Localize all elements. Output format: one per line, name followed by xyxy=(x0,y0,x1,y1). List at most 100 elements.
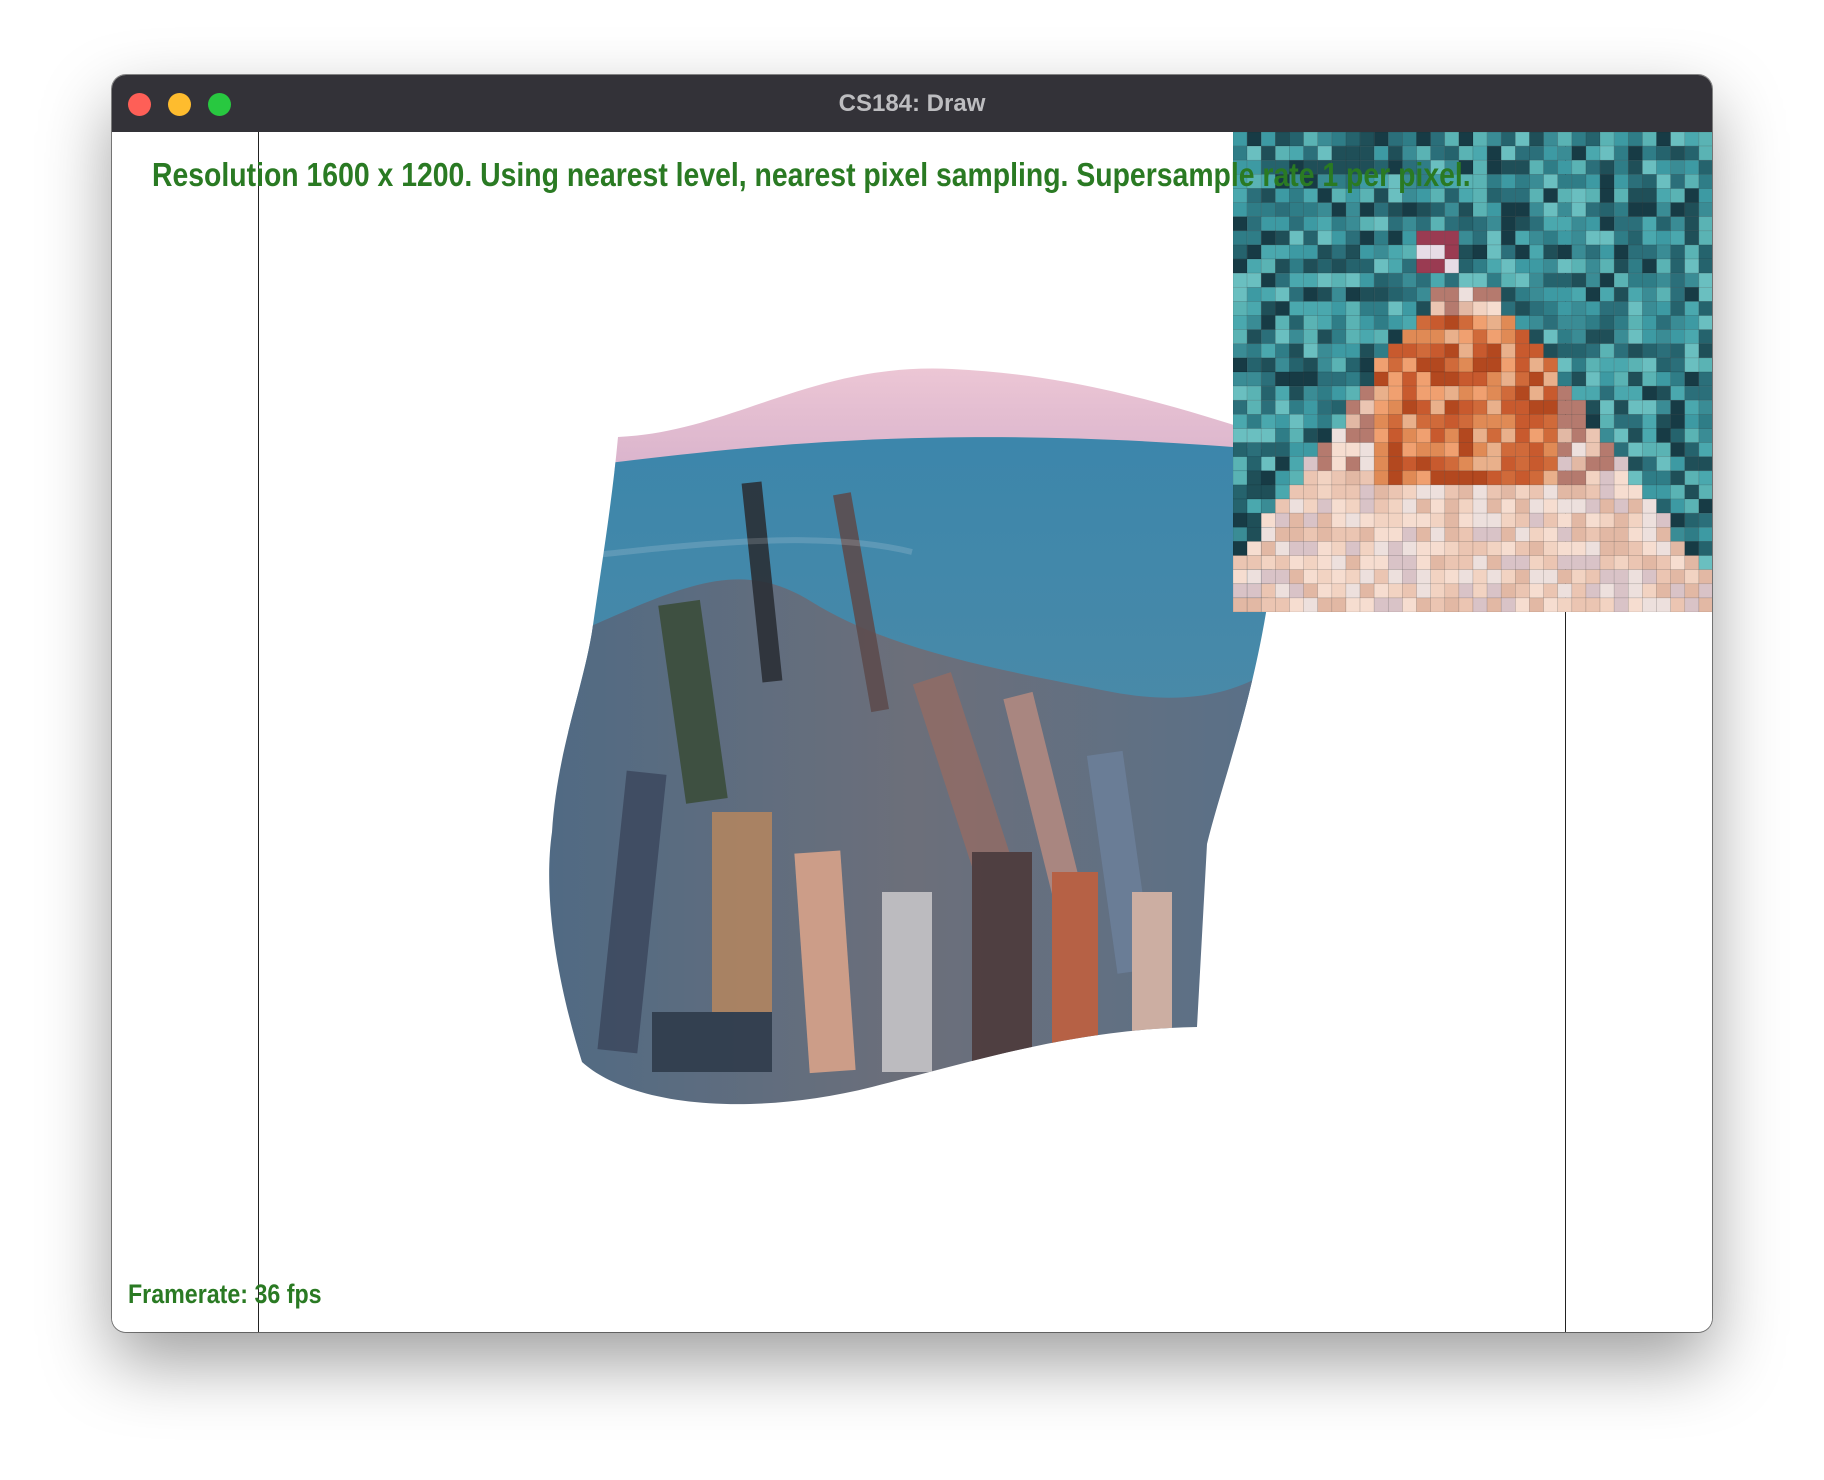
zoom-pixel xyxy=(1642,399,1657,415)
zoom-pixel xyxy=(1289,555,1304,570)
zoom-pixel xyxy=(1642,597,1657,612)
zoom-pixel xyxy=(1317,244,1333,260)
zoom-pixel xyxy=(1317,343,1333,359)
zoom-pixel xyxy=(1444,286,1460,302)
zoom-pixel xyxy=(1317,132,1333,147)
zoom-pixel xyxy=(1260,569,1276,585)
zoom-pixel xyxy=(1557,414,1573,429)
zoom-pixel xyxy=(1684,541,1700,556)
zoom-pixel xyxy=(1430,244,1446,260)
zoom-pixel xyxy=(1303,301,1319,316)
zoom-pixel xyxy=(1486,301,1502,316)
zoom-pixel xyxy=(1627,286,1643,302)
zoom-pixel xyxy=(1246,301,1262,316)
zoom-pixel xyxy=(1585,541,1601,556)
title-bar[interactable]: CS184: Draw xyxy=(112,75,1712,132)
zoom-pixel xyxy=(1684,456,1700,472)
zoom-pixel xyxy=(1670,159,1686,175)
zoom-pixel xyxy=(1359,526,1375,542)
zoom-pixel xyxy=(1345,555,1361,570)
zoom-pixel xyxy=(1345,541,1361,556)
zoom-pixel xyxy=(1289,357,1304,373)
draw-canvas[interactable]: Resolution 1600 x 1200. Using nearest le… xyxy=(112,132,1712,1332)
zoom-pixel xyxy=(1331,442,1347,458)
zoom-pixel xyxy=(1317,301,1333,316)
zoom-pixel xyxy=(1458,272,1474,288)
zoom-pixel xyxy=(1387,329,1403,345)
zoom-pixel xyxy=(1599,159,1615,175)
zoom-pixel xyxy=(1500,357,1516,373)
zoom-pixel xyxy=(1684,230,1700,246)
zoom-pixel xyxy=(1275,541,1290,556)
zoom-pixel xyxy=(1416,555,1431,570)
zoom-pixel xyxy=(1656,132,1671,147)
zoom-pixel xyxy=(1402,315,1417,330)
zoom-pixel xyxy=(1233,216,1248,232)
zoom-pixel xyxy=(1345,371,1361,387)
zoom-pixel xyxy=(1571,484,1587,500)
zoom-pixel xyxy=(1359,272,1375,288)
zoom-pixel xyxy=(1599,470,1615,486)
zoom-pixel xyxy=(1359,414,1375,429)
zoom-pixel xyxy=(1698,244,1712,260)
zoom-pixel xyxy=(1486,315,1502,330)
zoom-pixel xyxy=(1515,414,1530,429)
zoom-pixel xyxy=(1373,230,1389,246)
zoom-pixel xyxy=(1303,428,1319,443)
zoom-pixel xyxy=(1444,329,1460,345)
zoom-pixel xyxy=(1303,272,1319,288)
zoom-pixel xyxy=(1331,272,1347,288)
zoom-pixel xyxy=(1486,202,1502,218)
zoom-pixel xyxy=(1656,442,1671,458)
zoom-pixel xyxy=(1500,132,1516,147)
zoom-pixel xyxy=(1656,371,1671,387)
zoom-pixel xyxy=(1500,315,1516,330)
zoom-pixel xyxy=(1599,484,1615,500)
zoom-pixel xyxy=(1529,498,1544,514)
zoom-pixel xyxy=(1387,526,1403,542)
zoom-pixel xyxy=(1260,428,1276,443)
zoom-pixel xyxy=(1613,498,1629,514)
zoom-pixel xyxy=(1472,371,1488,387)
zoom-pixel xyxy=(1317,484,1333,500)
zoom-pixel xyxy=(1260,301,1276,316)
zoom-pixel xyxy=(1557,145,1573,161)
zoom-pixel xyxy=(1458,286,1474,302)
zoom-pixel xyxy=(1458,385,1474,401)
zoom-pixel xyxy=(1529,428,1544,443)
zoom-pixel xyxy=(1599,569,1615,585)
zoom-pixel xyxy=(1515,159,1530,175)
zoom-pixel xyxy=(1529,484,1544,500)
zoom-pixel xyxy=(1345,399,1361,415)
zoom-pixel xyxy=(1571,512,1587,528)
zoom-pixel xyxy=(1317,329,1333,345)
zoom-pixel xyxy=(1585,385,1601,401)
zoom-pixel xyxy=(1698,428,1712,443)
zoom-pixel xyxy=(1543,583,1559,599)
zoom-pixel xyxy=(1458,230,1474,246)
zoom-pixel xyxy=(1486,145,1502,161)
zoom-pixel xyxy=(1275,456,1290,472)
zoom-pixel xyxy=(1529,315,1544,330)
zoom-pixel xyxy=(1233,329,1248,345)
zoom-pixel xyxy=(1246,470,1262,486)
zoom-pixel xyxy=(1670,216,1686,232)
zoom-pixel xyxy=(1260,498,1276,514)
zoom-pixel xyxy=(1529,145,1544,161)
zoom-pixel xyxy=(1246,132,1262,147)
zoom-pixel xyxy=(1656,456,1671,472)
zoom-pixel xyxy=(1289,216,1304,232)
zoom-pixel xyxy=(1670,385,1686,401)
zoom-pixel xyxy=(1387,555,1403,570)
zoom-pixel xyxy=(1472,301,1488,316)
zoom-pixel xyxy=(1698,343,1712,359)
zoom-pixel xyxy=(1317,272,1333,288)
zoom-pixel xyxy=(1246,555,1262,570)
zoom-pixel xyxy=(1260,399,1276,415)
zoom-pixel xyxy=(1684,174,1700,189)
zoom-pixel xyxy=(1656,526,1671,542)
zoom-pixel xyxy=(1359,357,1375,373)
zoom-pixel xyxy=(1698,258,1712,274)
zoom-pixel xyxy=(1613,484,1629,500)
zoom-pixel xyxy=(1670,484,1686,500)
